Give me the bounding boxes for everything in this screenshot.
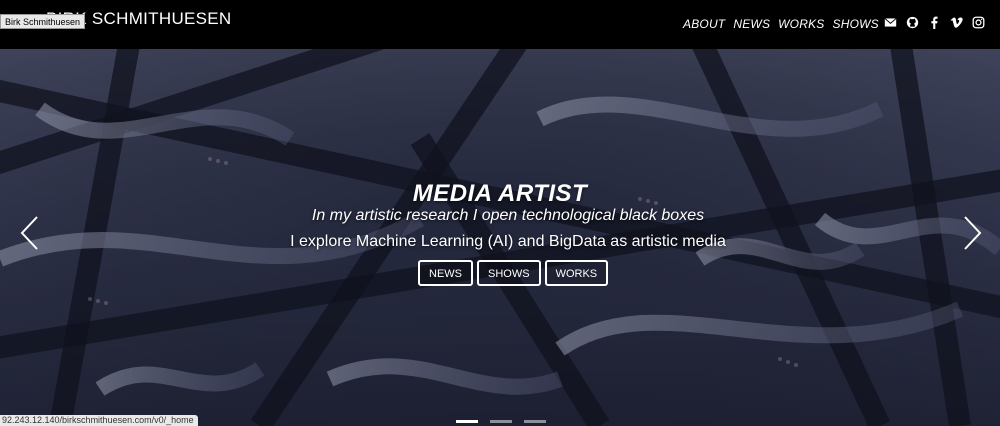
site-header: BIRK SCHMITHUESEN Birk Schmithuesen ABOU…: [0, 0, 1000, 49]
hero-carousel: MEDIA ARTIST In my artistic research I o…: [0, 49, 1000, 426]
nav-news[interactable]: NEWS: [733, 17, 770, 31]
chevron-right-icon: [964, 216, 982, 250]
carousel-next-button[interactable]: [961, 215, 983, 251]
works-button[interactable]: WORKS: [544, 260, 609, 286]
carousel-indicator-2[interactable]: [490, 420, 512, 423]
shows-button[interactable]: SHOWS: [477, 260, 541, 286]
hero-subtitle-2: I explore Machine Learning (AI) and BigD…: [290, 233, 726, 250]
social-links: [884, 16, 985, 29]
instagram-icon[interactable]: [972, 16, 985, 29]
carousel-prev-button[interactable]: [19, 215, 41, 251]
nav-about[interactable]: ABOUT: [683, 17, 725, 31]
main-nav: ABOUT NEWS WORKS SHOWS: [683, 17, 879, 31]
carousel-indicator-1[interactable]: [456, 420, 478, 423]
nav-shows[interactable]: SHOWS: [833, 17, 879, 31]
hero-title: MEDIA ARTIST: [412, 180, 588, 207]
envelope-icon[interactable]: [884, 16, 897, 29]
nav-works[interactable]: WORKS: [778, 17, 824, 31]
browser-status-url: 92.243.12.140/birkschmithuesen.com/v0/_h…: [0, 415, 198, 426]
hero-buttons: NEWS SHOWS WORKS: [418, 260, 609, 286]
carousel-indicator-3[interactable]: [524, 420, 546, 423]
facebook-icon[interactable]: [928, 16, 941, 29]
github-icon[interactable]: [906, 16, 919, 29]
brand-tooltip: Birk Schmithuesen: [0, 14, 86, 29]
vimeo-icon[interactable]: [950, 16, 963, 29]
hero-subtitle-1: In my artistic research I open technolog…: [311, 207, 705, 224]
news-button[interactable]: NEWS: [418, 260, 473, 286]
chevron-left-icon: [20, 216, 38, 250]
carousel-indicators: [456, 420, 546, 423]
